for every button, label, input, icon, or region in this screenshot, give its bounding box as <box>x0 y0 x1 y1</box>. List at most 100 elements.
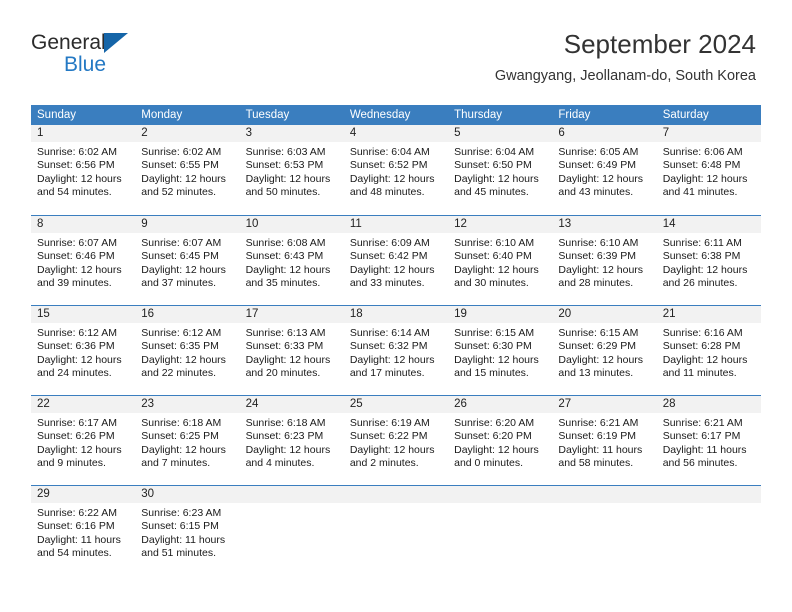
sunrise-time: Sunrise: 6:11 AM <box>662 237 742 249</box>
sunset-time: Sunset: 6:50 PM <box>454 159 532 172</box>
calendar-day-cell[interactable]: 27 Sunrise: 6:21 AM Sunset: 6:19 PM Dayligh… <box>552 396 657 485</box>
calendar-day-cell[interactable]: 30 Sunrise: 6:23 AM Sunset: 6:15 PM Dayligh… <box>135 486 240 575</box>
calendar-day-cell[interactable]: 10 Sunrise: 6:08 AM Sunset: 6:43 PM Dayligh… <box>239 216 344 305</box>
calendar-day-cell[interactable]: 4 Sunrise: 6:04 AM Sunset: 6:52 PM Daylight… <box>343 125 449 215</box>
day-number: 25 <box>343 396 449 413</box>
day-sun-info: Sunrise: 6:17 AM Sunset: 6:26 PM Daylight:… <box>31 413 135 471</box>
calendar-day-cell[interactable]: 18 Sunrise: 6:14 AM Sunset: 6:32 PM Dayligh… <box>343 306 449 395</box>
day-number: 9 <box>135 216 240 233</box>
day-number: 20 <box>552 306 657 323</box>
sunrise-time: Sunrise: 6:02 AM <box>37 146 117 158</box>
day-number: 13 <box>552 216 657 233</box>
sunset-time: Sunset: 6:53 PM <box>245 159 324 172</box>
day-number: 30 <box>135 486 240 503</box>
day-sun-info: Sunrise: 6:12 AM Sunset: 6:36 PM Daylight:… <box>31 323 135 381</box>
weekday-header-monday: Monday <box>141 109 183 121</box>
sunrise-time: Sunrise: 6:15 AM <box>558 327 639 339</box>
logo-triangle-icon <box>104 33 128 53</box>
calendar-day-cell[interactable]: 6 Sunrise: 6:05 AM Sunset: 6:49 PM Daylight… <box>552 125 657 215</box>
day-sun-info: Sunrise: 6:21 AM Sunset: 6:17 PM Daylight:… <box>657 413 761 471</box>
sunset-time: Sunset: 6:25 PM <box>141 430 219 443</box>
calendar-day-cell[interactable]: 28 Sunrise: 6:21 AM Sunset: 6:17 PM Dayligh… <box>656 396 761 485</box>
day-number <box>239 486 344 503</box>
calendar-day-cell[interactable]: 2 Sunrise: 6:02 AM Sunset: 6:55 PM Daylight… <box>135 125 240 215</box>
sunset-time: Sunset: 6:28 PM <box>662 340 741 353</box>
sunset-time: Sunset: 6:33 PM <box>245 340 324 353</box>
daylight-duration: Daylight: 11 hours and 54 minutes. <box>37 533 121 560</box>
sunrise-time: Sunrise: 6:07 AM <box>37 237 117 249</box>
day-sun-info: Sunrise: 6:10 AM Sunset: 6:40 PM Daylight:… <box>448 233 552 291</box>
day-sun-info: Sunrise: 6:12 AM Sunset: 6:35 PM Daylight:… <box>135 323 239 381</box>
calendar-weeks: 1 Sunrise: 6:02 AM Sunset: 6:56 PM Daylight… <box>31 125 761 575</box>
logo-text-blue: Blue <box>64 53 107 76</box>
daylight-duration: Daylight: 12 hours and 43 minutes. <box>558 172 644 199</box>
calendar-day-cell[interactable]: 22 Sunrise: 6:17 AM Sunset: 6:26 PM Dayligh… <box>31 396 136 485</box>
page-header: General Blue September 2024 Gwangyang, J… <box>0 0 792 104</box>
calendar-day-cell[interactable]: 29 Sunrise: 6:22 AM Sunset: 6:16 PM Dayligh… <box>31 486 136 575</box>
day-sun-info: Sunrise: 6:05 AM Sunset: 6:49 PM Daylight:… <box>552 142 656 200</box>
daylight-duration: Daylight: 12 hours and 22 minutes. <box>141 353 226 380</box>
day-number: 5 <box>448 125 553 142</box>
day-number: 17 <box>239 306 344 323</box>
calendar-day-cell[interactable]: 15 Sunrise: 6:12 AM Sunset: 6:36 PM Dayligh… <box>31 306 136 395</box>
daylight-duration: Daylight: 11 hours and 58 minutes. <box>558 443 643 470</box>
daylight-duration: Daylight: 12 hours and 0 minutes. <box>454 443 539 470</box>
calendar-page: General Blue September 2024 Gwangyang, J… <box>0 0 792 612</box>
calendar-day-cell[interactable]: 19 Sunrise: 6:15 AM Sunset: 6:30 PM Dayligh… <box>448 306 553 395</box>
calendar-day-cell[interactable]: 9 Sunrise: 6:07 AM Sunset: 6:45 PM Daylight… <box>135 216 240 305</box>
sunset-time: Sunset: 6:20 PM <box>454 430 532 443</box>
day-sun-info: Sunrise: 6:10 AM Sunset: 6:39 PM Daylight:… <box>552 233 656 291</box>
day-number: 2 <box>135 125 240 142</box>
daylight-duration: Daylight: 12 hours and 50 minutes. <box>245 172 331 199</box>
day-sun-info: Sunrise: 6:03 AM Sunset: 6:53 PM Daylight:… <box>240 142 344 200</box>
calendar-day-cell[interactable]: 21 Sunrise: 6:16 AM Sunset: 6:28 PM Dayligh… <box>656 306 761 395</box>
sunset-time: Sunset: 6:30 PM <box>454 340 532 353</box>
day-sun-info: Sunrise: 6:04 AM Sunset: 6:52 PM Daylight:… <box>344 142 448 200</box>
calendar-day-cell[interactable]: 14 Sunrise: 6:11 AM Sunset: 6:38 PM Dayligh… <box>656 216 761 305</box>
sunrise-time: Sunrise: 6:22 AM <box>37 507 117 519</box>
daylight-duration: Daylight: 12 hours and 24 minutes. <box>37 353 122 380</box>
daylight-duration: Daylight: 12 hours and 41 minutes. <box>662 172 748 199</box>
day-sun-info: Sunrise: 6:07 AM Sunset: 6:45 PM Daylight:… <box>135 233 239 291</box>
sunrise-time: Sunrise: 6:19 AM <box>349 417 430 429</box>
day-number: 18 <box>343 306 449 323</box>
sunset-time: Sunset: 6:48 PM <box>662 159 741 172</box>
calendar-day-cell[interactable]: 8 Sunrise: 6:07 AM Sunset: 6:46 PM Daylight… <box>31 216 136 305</box>
daylight-duration: Daylight: 12 hours and 45 minutes. <box>454 172 539 199</box>
calendar-day-cell[interactable]: 16 Sunrise: 6:12 AM Sunset: 6:35 PM Dayligh… <box>135 306 240 395</box>
calendar-day-cell[interactable]: 1 Sunrise: 6:02 AM Sunset: 6:56 PM Daylight… <box>31 125 136 215</box>
sunrise-time: Sunrise: 6:15 AM <box>454 327 535 339</box>
calendar-week-row: 8 Sunrise: 6:07 AM Sunset: 6:46 PM Daylight… <box>31 215 761 305</box>
day-sun-info: Sunrise: 6:18 AM Sunset: 6:23 PM Daylight:… <box>240 413 344 471</box>
calendar-day-cell[interactable]: 20 Sunrise: 6:15 AM Sunset: 6:29 PM Dayligh… <box>552 306 657 395</box>
logo-text-general: General <box>31 31 106 54</box>
day-sun-info: Sunrise: 6:04 AM Sunset: 6:50 PM Daylight:… <box>448 142 552 200</box>
calendar-day-cell[interactable]: 11 Sunrise: 6:09 AM Sunset: 6:42 PM Dayligh… <box>343 216 449 305</box>
calendar-day-cell[interactable]: 12 Sunrise: 6:10 AM Sunset: 6:40 PM Dayligh… <box>448 216 553 305</box>
calendar-day-cell[interactable]: 23 Sunrise: 6:18 AM Sunset: 6:25 PM Dayligh… <box>135 396 240 485</box>
day-number <box>343 486 449 503</box>
calendar-day-cell[interactable]: 26 Sunrise: 6:20 AM Sunset: 6:20 PM Dayligh… <box>448 396 553 485</box>
sunrise-time: Sunrise: 6:18 AM <box>245 417 326 429</box>
calendar-day-cell[interactable]: 5 Sunrise: 6:04 AM Sunset: 6:50 PM Daylight… <box>448 125 553 215</box>
calendar-day-cell[interactable]: 25 Sunrise: 6:19 AM Sunset: 6:22 PM Dayligh… <box>343 396 449 485</box>
sunset-time: Sunset: 6:15 PM <box>141 520 219 533</box>
daylight-duration: Daylight: 11 hours and 56 minutes. <box>662 443 747 470</box>
sunset-time: Sunset: 6:17 PM <box>662 430 741 443</box>
day-number: 12 <box>448 216 553 233</box>
daylight-duration: Daylight: 12 hours and 39 minutes. <box>37 263 122 290</box>
calendar-day-cell[interactable]: 7 Sunrise: 6:06 AM Sunset: 6:48 PM Daylight… <box>656 125 761 215</box>
sunset-time: Sunset: 6:22 PM <box>349 430 428 443</box>
day-sun-info: Sunrise: 6:02 AM Sunset: 6:56 PM Daylight:… <box>31 142 135 200</box>
calendar-day-cell[interactable]: 3 Sunrise: 6:03 AM Sunset: 6:53 PM Daylight… <box>239 125 344 215</box>
day-sun-info: Sunrise: 6:18 AM Sunset: 6:25 PM Daylight:… <box>135 413 239 471</box>
sunrise-time: Sunrise: 6:14 AM <box>349 327 430 339</box>
calendar-day-cell-empty <box>448 486 553 575</box>
day-number: 29 <box>31 486 136 503</box>
calendar-day-cell[interactable]: 24 Sunrise: 6:18 AM Sunset: 6:23 PM Dayligh… <box>239 396 344 485</box>
calendar-day-cell[interactable]: 17 Sunrise: 6:13 AM Sunset: 6:33 PM Dayligh… <box>239 306 344 395</box>
day-number <box>656 486 761 503</box>
general-blue-logo[interactable]: General Blue <box>31 31 231 81</box>
day-sun-info: Sunrise: 6:16 AM Sunset: 6:28 PM Daylight:… <box>657 323 761 381</box>
calendar-day-cell[interactable]: 13 Sunrise: 6:10 AM Sunset: 6:39 PM Dayligh… <box>552 216 657 305</box>
